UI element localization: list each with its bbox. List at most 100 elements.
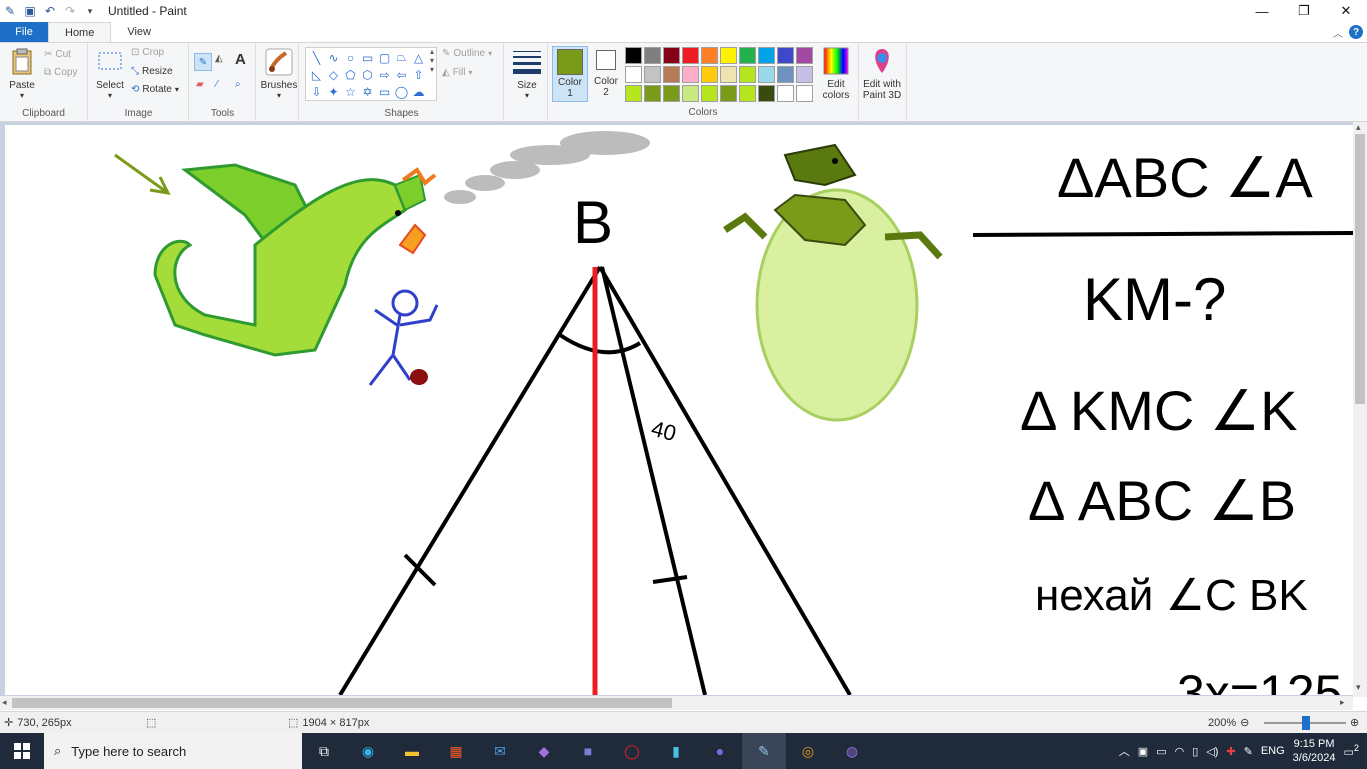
taskbar-search[interactable]: ⌕ Type here to search <box>44 733 302 769</box>
mail-icon[interactable]: ✉ <box>478 733 522 769</box>
pentagon-shape-icon[interactable]: ⬠ <box>342 66 359 83</box>
chrome-icon[interactable]: ◎ <box>786 733 830 769</box>
palette-swatch[interactable] <box>758 47 775 64</box>
antivirus-icon[interactable]: ✚ <box>1226 745 1235 758</box>
horizontal-scroll-thumb[interactable] <box>12 698 672 708</box>
app-blue-icon[interactable]: ▮ <box>654 733 698 769</box>
cut-button[interactable]: ✂ Cut <box>44 49 71 60</box>
diamond-shape-icon[interactable]: ◇ <box>325 66 342 83</box>
zoom-out-icon[interactable]: ⊖ <box>1240 716 1249 729</box>
oval-shape-icon[interactable]: ○ <box>342 49 359 66</box>
tray-overflow-icon[interactable]: ︿ <box>1119 743 1130 759</box>
fill-tool[interactable]: ◭ <box>215 53 223 64</box>
start-button[interactable] <box>0 733 44 769</box>
tab-view[interactable]: View <box>111 22 167 42</box>
palette-swatch[interactable] <box>739 47 756 64</box>
callout-cloud-shape-icon[interactable]: ☁ <box>410 83 427 100</box>
callout-rect-shape-icon[interactable]: ▭ <box>376 83 393 100</box>
palette-swatch[interactable] <box>663 85 680 102</box>
clock[interactable]: 9:15 PM 3/6/2024 <box>1293 737 1336 765</box>
six-point-star-shape-icon[interactable]: ✡ <box>359 83 376 100</box>
palette-swatch[interactable] <box>720 85 737 102</box>
palette-swatch[interactable] <box>625 66 642 83</box>
outline-button[interactable]: ✎ Outline ▾ <box>442 48 492 59</box>
palette-swatch[interactable] <box>796 47 813 64</box>
size-button[interactable]: Size ▾ <box>509 47 545 100</box>
edge-icon[interactable]: ◉ <box>346 733 390 769</box>
text-tool[interactable]: A <box>235 51 246 68</box>
paint-app-icon[interactable]: ✎ <box>0 1 20 21</box>
palette-swatch[interactable] <box>777 66 794 83</box>
store-icon[interactable]: ▦ <box>434 733 478 769</box>
palette-swatch[interactable] <box>796 85 813 102</box>
palette-swatch[interactable] <box>720 47 737 64</box>
palette-swatch[interactable] <box>644 66 661 83</box>
opera-icon[interactable]: ◯ <box>610 733 654 769</box>
brushes-button[interactable]: Brushes ▾ <box>261 47 297 100</box>
palette-swatch[interactable] <box>682 66 699 83</box>
battery-icon[interactable]: ▭ <box>1156 745 1166 758</box>
curve-shape-icon[interactable]: ∿ <box>325 49 342 66</box>
fill-button[interactable]: ◭ Fill ▾ <box>442 67 473 78</box>
right-arrow-shape-icon[interactable]: ⇨ <box>376 66 393 83</box>
color-picker-tool[interactable]: ⁄ <box>216 79 218 90</box>
down-arrow-shape-icon[interactable]: ⇩ <box>308 83 325 100</box>
language-indicator[interactable]: ENG <box>1261 745 1285 757</box>
collapse-ribbon-icon[interactable]: ︿ <box>1333 25 1343 40</box>
edit-paint3d-button[interactable]: Edit with Paint 3D <box>862 46 902 101</box>
palette-swatch[interactable] <box>644 47 661 64</box>
rectangle-shape-icon[interactable]: ▭ <box>359 49 376 66</box>
palette-swatch[interactable] <box>739 66 756 83</box>
hexagon-shape-icon[interactable]: ⬡ <box>359 66 376 83</box>
palette-swatch[interactable] <box>663 47 680 64</box>
palette-swatch[interactable] <box>701 47 718 64</box>
palette-swatch[interactable] <box>739 85 756 102</box>
select-button[interactable]: Select ▾ <box>93 47 127 100</box>
minimize-button[interactable]: — <box>1241 0 1283 22</box>
scroll-right-icon[interactable]: ▸ <box>1340 697 1345 708</box>
rotate-button[interactable]: ⟲ Rotate ▾ <box>131 84 179 95</box>
left-arrow-shape-icon[interactable]: ⇦ <box>393 66 410 83</box>
scroll-left-icon[interactable]: ◂ <box>2 697 7 708</box>
polygon-shape-icon[interactable]: ⏢ <box>393 49 410 66</box>
visual-studio-icon[interactable]: ◆ <box>522 733 566 769</box>
vertical-scroll-thumb[interactable] <box>1355 134 1365 404</box>
palette-swatch[interactable] <box>625 85 642 102</box>
tab-file[interactable]: File <box>0 22 48 42</box>
notifications-icon[interactable]: ▭2 <box>1344 743 1360 759</box>
viber-icon[interactable]: ◍ <box>830 733 874 769</box>
file-explorer-icon[interactable]: ▬ <box>390 733 434 769</box>
callout-oval-shape-icon[interactable]: ◯ <box>393 83 410 100</box>
copy-button[interactable]: ⧉ Copy <box>44 67 78 78</box>
crop-button[interactable]: ⊡ Crop <box>131 47 164 58</box>
rounded-rect-shape-icon[interactable]: ▢ <box>376 49 393 66</box>
scroll-down-icon[interactable]: ▾ <box>1356 682 1361 693</box>
meet-now-icon[interactable]: ▣ <box>1138 745 1148 758</box>
palette-swatch[interactable] <box>663 66 680 83</box>
four-point-star-shape-icon[interactable]: ✦ <box>325 83 342 100</box>
discord-icon[interactable]: ● <box>698 733 742 769</box>
help-icon[interactable]: ? <box>1349 25 1363 39</box>
palette-swatch[interactable] <box>796 66 813 83</box>
shapes-scroll-arrows[interactable]: ▴ ▾ ▾ <box>430 47 434 74</box>
triangle-shape-icon[interactable]: △ <box>410 49 427 66</box>
color2-button[interactable]: Color 2 <box>590 46 622 98</box>
edit-colors-button[interactable]: Edit colors <box>818 46 854 101</box>
color1-button[interactable]: Color 1 <box>552 46 588 102</box>
network-icon[interactable]: ◠ <box>1175 745 1185 758</box>
zoom-in-icon[interactable]: ⊕ <box>1350 716 1359 729</box>
horizontal-scrollbar[interactable]: ◂ ▸ <box>0 696 1353 710</box>
vertical-scrollbar[interactable]: ▴ ▾ <box>1353 122 1367 697</box>
undo-icon[interactable]: ↶ <box>40 1 60 21</box>
customize-qa-icon[interactable]: ▾ <box>80 1 100 21</box>
save-icon[interactable]: ▣ <box>20 1 40 21</box>
tab-home[interactable]: Home <box>48 22 112 42</box>
palette-swatch[interactable] <box>777 85 794 102</box>
palette-swatch[interactable] <box>644 85 661 102</box>
resize-button[interactable]: ⤡ Resize <box>131 66 173 77</box>
palette-swatch[interactable] <box>682 47 699 64</box>
volume-icon[interactable]: ◁) <box>1206 745 1218 758</box>
close-button[interactable]: ✕ <box>1325 0 1367 22</box>
palette-swatch[interactable] <box>758 85 775 102</box>
paste-button[interactable]: Paste ▾ <box>6 47 38 100</box>
